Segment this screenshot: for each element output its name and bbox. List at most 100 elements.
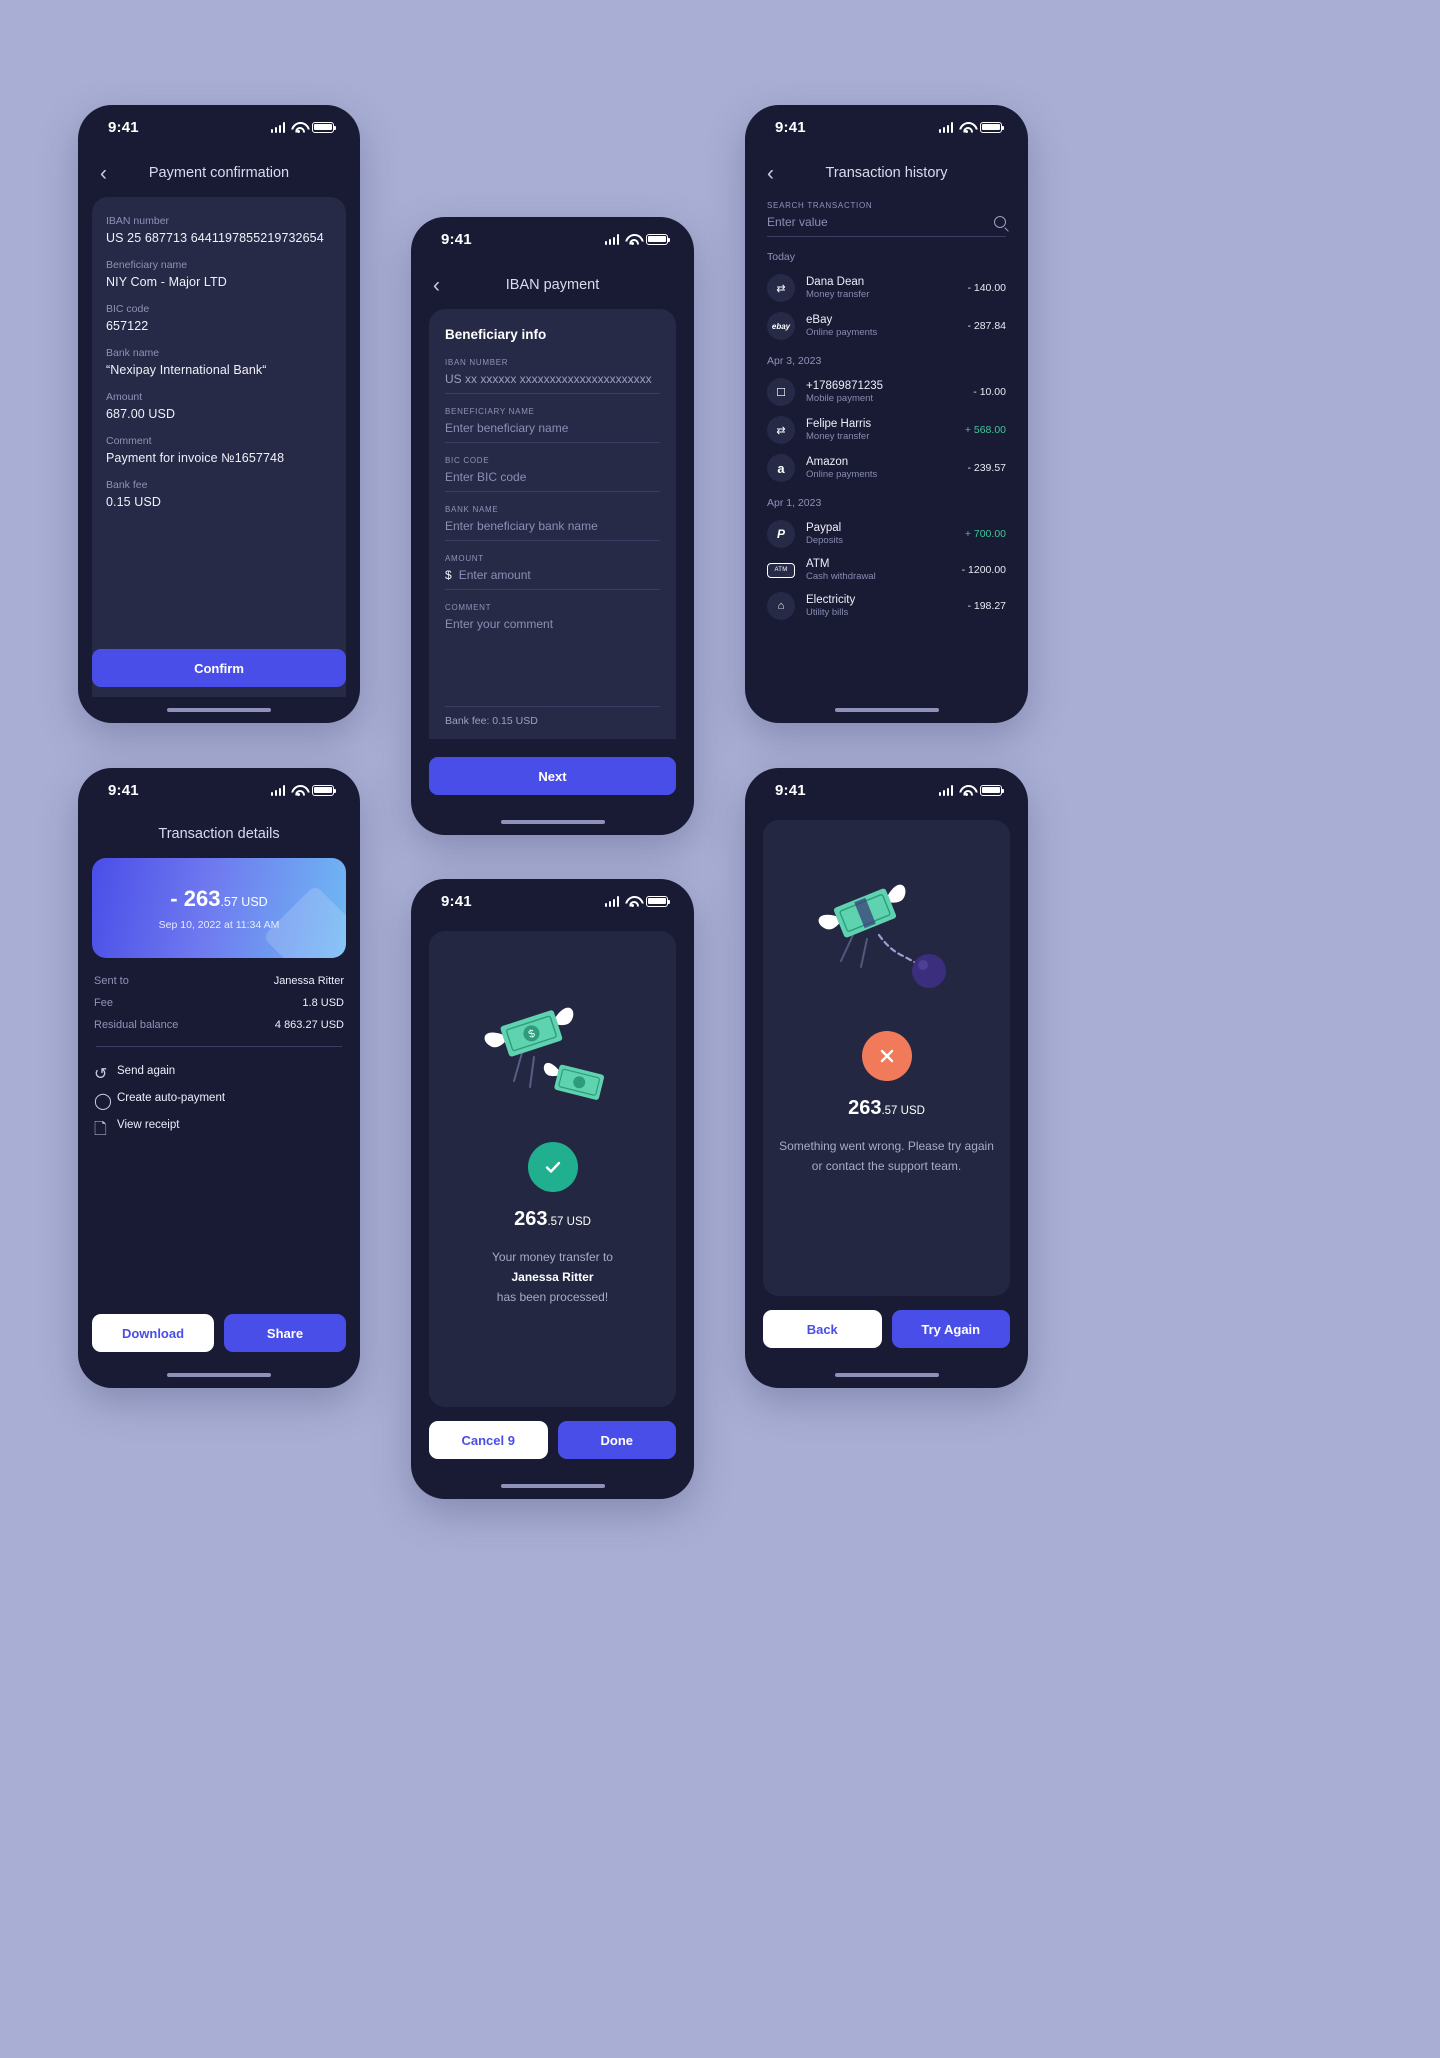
amount-cents: .57 USD — [881, 1105, 925, 1117]
wifi-icon — [625, 234, 640, 245]
nav-bar: ‹ IBAN payment — [411, 261, 694, 309]
section-title: Beneficiary info — [445, 327, 547, 342]
table-row[interactable]: ⌂ Electricity Utility bills - 198.27 — [767, 587, 1006, 625]
cellular-signal-icon — [938, 784, 953, 796]
date-group-header: Today — [767, 251, 796, 263]
error-panel: 263.57 USD Something went wrong. Please … — [763, 820, 1010, 1296]
status-icons — [270, 121, 337, 133]
chevron-left-icon[interactable]: ‹ — [100, 163, 122, 184]
battery-icon — [646, 233, 671, 245]
input-label: COMMENT — [445, 603, 492, 612]
action-view-receipt[interactable]: 🗋 View receipt — [94, 1111, 344, 1139]
flying-money-illustration: $ — [429, 967, 676, 1142]
transaction-datetime: Sep 10, 2022 at 11:34 AM — [158, 918, 280, 931]
input-label: IBAN NUMBER — [445, 358, 509, 367]
document-icon: 🗋 — [94, 1121, 107, 1138]
action-send-again[interactable]: ↺ Send again — [94, 1057, 344, 1084]
field-label: BIC code — [106, 303, 150, 315]
error-line-1: Something went wrong. Please try again — [779, 1139, 994, 1153]
history-list: SEARCH TRANSACTION Enter value Today ⇄ D… — [745, 197, 1028, 697]
field-value: 657122 — [106, 319, 149, 333]
input-beneficiary-name[interactable]: BENEFICIARY NAME Enter beneficiary name — [445, 407, 660, 443]
input-label: BENEFICIARY NAME — [445, 407, 535, 416]
input-value[interactable]: Enter BIC code — [445, 470, 660, 492]
input-value[interactable]: Enter beneficiary name — [445, 421, 660, 443]
download-button[interactable]: Download — [92, 1314, 214, 1352]
input-value[interactable]: US xx xxxxxx xxxxxxxxxxxxxxxxxxxxxx — [445, 372, 660, 394]
status-icons — [604, 233, 671, 245]
input-value[interactable]: Enter beneficiary bank name — [445, 519, 660, 541]
action-label: View receipt — [117, 1118, 180, 1131]
success-recipient: Janessa Ritter — [511, 1270, 594, 1284]
input-value[interactable]: Enter your comment — [445, 617, 660, 631]
transaction-amount: - 239.57 — [967, 462, 1006, 474]
screen-payment-confirmation: 9:41 ‹ Payment confirmation IBAN number … — [78, 105, 360, 723]
transaction-amount: - 1200.00 — [961, 564, 1006, 576]
transaction-amount: - 263.57 USD — [170, 886, 267, 912]
input-comment[interactable]: COMMENT Enter your comment — [445, 603, 660, 631]
search-placeholder: Enter value — [767, 215, 828, 229]
field-bic-code: BIC code 657122 — [106, 303, 332, 333]
input-bank-name[interactable]: BANK NAME Enter beneficiary bank name — [445, 505, 660, 541]
field-label: Bank fee — [106, 479, 148, 491]
table-row[interactable]: ☐ +17869871235 Mobile payment - 10.00 — [767, 373, 1006, 411]
detail-value: 1.8 USD — [302, 997, 344, 1009]
input-bic-code[interactable]: BIC CODE Enter BIC code — [445, 456, 660, 492]
transaction-info: +17869871235 Mobile payment — [806, 380, 962, 404]
transaction-amount: - 10.00 — [973, 386, 1006, 398]
transaction-category: Money transfer — [806, 289, 870, 300]
transfer-amount: 263.57 USD — [763, 1097, 1010, 1120]
try-again-button[interactable]: Try Again — [891, 1310, 1010, 1348]
clock-icon: ◯ — [94, 1093, 112, 1110]
transfer-icon: ⇄ — [767, 274, 795, 302]
home-icon: ⌂ — [767, 592, 795, 620]
back-button[interactable]: Back — [763, 1310, 882, 1348]
input-value[interactable]: $ Enter amount — [445, 568, 660, 590]
next-button[interactable]: Next — [429, 757, 676, 795]
transaction-name: ATM — [806, 558, 830, 570]
status-bar: 9:41 — [411, 879, 694, 923]
input-placeholder: Enter amount — [458, 568, 531, 582]
input-iban-number[interactable]: IBAN NUMBER US xx xxxxxx xxxxxxxxxxxxxxx… — [445, 358, 660, 394]
confirm-button[interactable]: Confirm — [92, 649, 346, 687]
success-line-3: has been processed! — [496, 1290, 609, 1304]
table-row[interactable]: ⇄ Dana Dean Money transfer - 140.00 — [767, 269, 1006, 307]
error-circle-icon — [861, 1031, 912, 1081]
action-create-auto-payment[interactable]: ◯ Create auto-payment — [94, 1084, 344, 1111]
share-button[interactable]: Share — [224, 1314, 346, 1352]
home-indicator — [78, 697, 360, 723]
transaction-amount: - 198.27 — [967, 600, 1006, 612]
status-time: 9:41 — [441, 892, 472, 910]
done-button[interactable]: Done — [557, 1421, 676, 1459]
screen-transaction-details: 9:41 Transaction details - 263.57 USD Se… — [78, 768, 360, 1388]
table-row[interactable]: ebay eBay Online payments - 287.84 — [767, 307, 1006, 345]
table-row[interactable]: ⇄ Felipe Harris Money transfer + 568.00 — [767, 411, 1006, 449]
input-label: BIC CODE — [445, 456, 490, 465]
search-input[interactable]: Enter value — [767, 215, 1006, 237]
amount-main: 263 — [514, 1208, 548, 1230]
transaction-info: Dana Dean Money transfer — [806, 276, 956, 300]
next-button-wrap: Next — [429, 757, 676, 795]
transaction-category: Cash withdrawal — [806, 571, 876, 582]
check-circle-icon — [527, 1142, 578, 1192]
money-ball-chain-illustration — [818, 884, 946, 988]
cancel-button[interactable]: Cancel 9 — [429, 1421, 548, 1459]
status-time: 9:41 — [108, 781, 139, 799]
table-row[interactable]: P Paypal Deposits + 700.00 — [767, 515, 1006, 553]
chevron-left-icon[interactable]: ‹ — [767, 163, 789, 184]
detail-value: Janessa Ritter — [273, 975, 344, 987]
transaction-amount: - 287.84 — [967, 320, 1006, 332]
table-row[interactable]: a Amazon Online payments - 239.57 — [767, 449, 1006, 487]
battery-icon — [646, 895, 671, 907]
field-label: Bank name — [106, 347, 160, 359]
search-icon[interactable] — [994, 216, 1006, 228]
nav-bar: ‹ Payment confirmation — [78, 149, 360, 197]
transaction-info: ATM Cash withdrawal — [806, 558, 951, 582]
table-row[interactable]: ATM ATM Cash withdrawal - 1200.00 — [767, 553, 1006, 587]
screen-transaction-history: 9:41 ‹ Transaction history SEARCH TRANSA… — [745, 105, 1028, 723]
status-bar: 9:41 — [745, 768, 1028, 812]
transaction-name: Felipe Harris — [806, 418, 872, 430]
status-icons — [938, 784, 1005, 796]
chevron-left-icon[interactable]: ‹ — [433, 275, 455, 296]
input-amount[interactable]: AMOUNT $ Enter amount — [445, 554, 660, 590]
